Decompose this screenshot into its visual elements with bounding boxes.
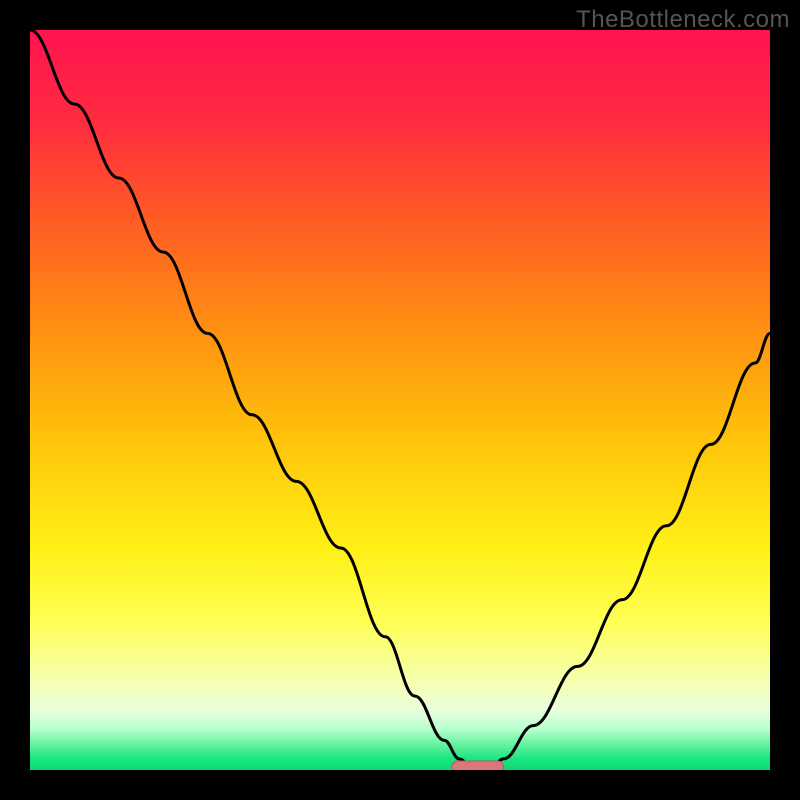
optimal-marker xyxy=(452,761,504,770)
plot-area xyxy=(30,30,770,770)
watermark-text: TheBottleneck.com xyxy=(576,6,790,34)
chart-frame: TheBottleneck.com xyxy=(0,0,800,800)
gradient-background xyxy=(30,30,770,770)
bottleneck-chart xyxy=(30,30,770,770)
